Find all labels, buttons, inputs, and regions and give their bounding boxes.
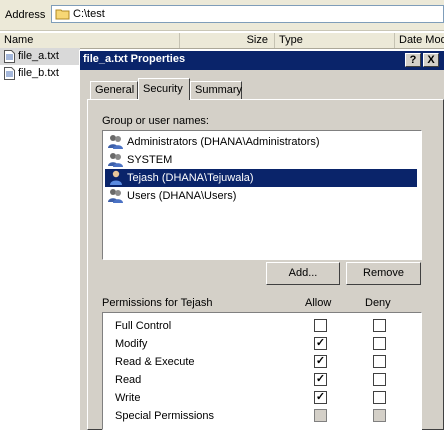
allow-checkbox[interactable]: ✓ (314, 373, 327, 386)
deny-checkbox[interactable] (373, 409, 386, 422)
help-button[interactable]: ? (405, 53, 421, 67)
list-header: Name Size Type Date Mod (0, 33, 444, 49)
deny-checkbox[interactable] (373, 319, 386, 332)
allow-header: Allow (305, 297, 332, 309)
user-name: Tejash (DHANA\Tejuwala) (127, 172, 254, 184)
file-list: file_a.txt file_b.txt (0, 48, 80, 82)
permission-row: Full Control (103, 317, 421, 335)
user-item-selected[interactable]: Tejash (DHANA\Tejuwala) (105, 169, 417, 187)
text-file-icon (4, 67, 15, 86)
permission-row: Read & Execute ✓ (103, 353, 421, 371)
file-name: file_a.txt (18, 50, 59, 62)
user-name: SYSTEM (127, 154, 173, 166)
file-name: file_b.txt (18, 67, 59, 79)
tab-general[interactable]: General (90, 81, 138, 99)
deny-checkbox[interactable] (373, 391, 386, 404)
deny-checkbox[interactable] (373, 373, 386, 386)
permission-row: Read ✓ (103, 371, 421, 389)
permission-name: Read & Execute (115, 356, 195, 368)
close-button[interactable]: X (423, 53, 439, 67)
allow-checkbox[interactable]: ✓ (314, 355, 327, 368)
permission-name: Special Permissions (115, 410, 215, 422)
permission-row: Modify ✓ (103, 335, 421, 353)
tab-summary[interactable]: Summary (190, 81, 242, 99)
deny-checkbox[interactable] (373, 355, 386, 368)
user-item[interactable]: Administrators (DHANA\Administrators) (105, 133, 417, 151)
column-name[interactable]: Name (0, 33, 180, 48)
dialog-title: file_a.txt Properties (83, 53, 186, 65)
group-label: Group or user names: (102, 115, 209, 127)
folder-icon (55, 8, 70, 23)
user-item[interactable]: Users (DHANA\Users) (105, 187, 417, 205)
user-list[interactable]: Administrators (DHANA\Administrators) SY… (102, 130, 422, 260)
address-path: C:\test (73, 8, 105, 20)
file-item[interactable]: file_a.txt (0, 48, 80, 65)
allow-checkbox[interactable] (314, 319, 327, 332)
address-input[interactable]: C:\test (51, 5, 444, 23)
user-name: Users (DHANA\Users) (127, 190, 237, 202)
deny-checkbox[interactable] (373, 337, 386, 350)
remove-button[interactable]: Remove (346, 262, 421, 285)
column-size[interactable]: Size (180, 33, 275, 48)
address-label: Address (5, 9, 46, 21)
column-date-modified[interactable]: Date Mod (395, 33, 444, 48)
add-button[interactable]: Add... (266, 262, 340, 285)
permission-row: Special Permissions (103, 407, 421, 425)
file-item[interactable]: file_b.txt (0, 65, 80, 82)
tab-security[interactable]: Security (138, 78, 190, 100)
permissions-list: Full Control Modify ✓ Read & Execute ✓ R… (102, 312, 422, 430)
allow-checkbox[interactable]: ✓ (314, 337, 327, 350)
deny-header: Deny (365, 297, 391, 309)
allow-checkbox[interactable] (314, 409, 327, 422)
permission-row: Write ✓ (103, 389, 421, 407)
address-bar: Address C:\test (0, 0, 444, 31)
column-type[interactable]: Type (275, 33, 395, 48)
properties-dialog: file_a.txt Properties ? X General Securi… (79, 50, 444, 430)
user-group-icon (108, 188, 124, 209)
dialog-titlebar[interactable]: file_a.txt Properties ? X (80, 51, 444, 70)
permission-name: Write (115, 392, 141, 404)
permission-name: Modify (115, 338, 148, 350)
permission-name: Full Control (115, 320, 172, 332)
permissions-label: Permissions for Tejash (102, 297, 213, 309)
allow-checkbox[interactable]: ✓ (314, 391, 327, 404)
user-name: Administrators (DHANA\Administrators) (127, 136, 320, 148)
user-item[interactable]: SYSTEM (105, 151, 417, 169)
permission-name: Read (115, 374, 142, 386)
